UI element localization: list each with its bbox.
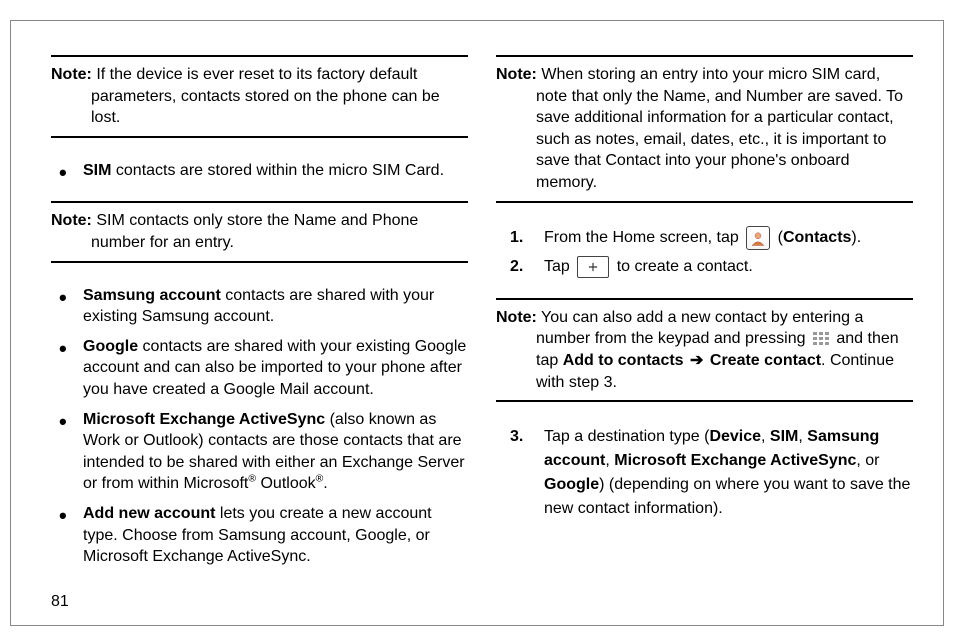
arrow-icon: ➔ bbox=[690, 352, 703, 369]
manual-page: Note: If the device is ever reset to its… bbox=[10, 20, 944, 626]
google-text: contacts are shared with your existing G… bbox=[83, 338, 466, 398]
s3-cor: , or bbox=[856, 452, 879, 469]
bullet-google: Google contacts are shared with your exi… bbox=[51, 336, 468, 401]
step2-t1: Tap bbox=[544, 258, 574, 275]
create-contact-bold: Create contact bbox=[710, 352, 821, 369]
s3-b4: Microsoft Exchange ActiveSync bbox=[614, 452, 856, 469]
step-1: 1. From the Home screen, tap (Contacts). bbox=[496, 226, 913, 250]
bullet-list-accounts: Samsung account contacts are shared with… bbox=[51, 277, 468, 576]
ms-t2: Outlook bbox=[256, 475, 316, 492]
note-label: Note: bbox=[496, 66, 537, 83]
s3-c2: , bbox=[798, 428, 807, 445]
bullet-list-sim: SIM contacts are stored within the micro… bbox=[51, 152, 468, 190]
note-add-via-keypad: Note: You can also add a new contact by … bbox=[496, 298, 913, 402]
s3-b1: Device bbox=[709, 428, 761, 445]
keypad-icon bbox=[812, 331, 830, 345]
samsung-bold: Samsung account bbox=[83, 287, 221, 304]
bullet-sim: SIM contacts are stored within the micro… bbox=[51, 160, 468, 182]
steps-list-2: 3. Tap a destination type (Device, SIM , … bbox=[496, 420, 913, 526]
step-3: 3. Tap a destination type (Device, SIM , … bbox=[496, 425, 913, 521]
note-sim-limit: Note: SIM contacts only store the Name a… bbox=[51, 201, 468, 262]
bullet-samsung: Samsung account contacts are shared with… bbox=[51, 285, 468, 328]
s3-t2: ) (depending on where you want to save t… bbox=[544, 476, 910, 517]
registered-1: ® bbox=[248, 474, 256, 485]
right-column: Note: When storing an entry into your mi… bbox=[496, 49, 913, 611]
s3-t1: Tap a destination type ( bbox=[544, 428, 709, 445]
page-number: 81 bbox=[51, 593, 69, 611]
sim-text: contacts are stored within the micro SIM… bbox=[111, 162, 444, 179]
left-column: Note: If the device is ever reset to its… bbox=[51, 49, 468, 611]
note-label: Note: bbox=[496, 309, 537, 326]
step1-t1: From the Home screen, tap bbox=[544, 229, 743, 246]
steps-list-1: 1. From the Home screen, tap (Contacts).… bbox=[496, 221, 913, 284]
step-number: 1. bbox=[510, 226, 523, 250]
ms-t3: . bbox=[323, 475, 327, 492]
note-body: If the device is ever reset to its facto… bbox=[91, 66, 440, 126]
contacts-icon bbox=[746, 226, 770, 250]
note-body: SIM contacts only store the Name and Pho… bbox=[91, 212, 418, 251]
note-label: Note: bbox=[51, 212, 92, 229]
s3-b5: Google bbox=[544, 476, 599, 493]
add-bold: Add new account bbox=[83, 505, 215, 522]
two-column-layout: Note: If the device is ever reset to its… bbox=[51, 49, 913, 611]
s3-c3: , bbox=[605, 452, 614, 469]
step-2: 2. Tap to create a contact. bbox=[496, 255, 913, 279]
google-bold: Google bbox=[83, 338, 138, 355]
sim-bold: SIM bbox=[83, 162, 111, 179]
step2-t2: to create a contact. bbox=[617, 258, 753, 275]
add-to-contacts-bold: Add to contacts bbox=[563, 352, 684, 369]
plus-icon bbox=[577, 256, 609, 278]
step-number: 3. bbox=[510, 425, 523, 449]
contacts-label: Contacts bbox=[783, 229, 851, 246]
ms-bold: Microsoft Exchange ActiveSync bbox=[83, 411, 325, 428]
step-number: 2. bbox=[510, 255, 523, 279]
note-body: When storing an entry into your micro SI… bbox=[536, 66, 903, 191]
s3-b2: SIM bbox=[770, 428, 798, 445]
bullet-ms: Microsoft Exchange ActiveSync (also know… bbox=[51, 409, 468, 495]
note-label: Note: bbox=[51, 66, 92, 83]
step1-t3: ). bbox=[851, 229, 861, 246]
note-factory-reset: Note: If the device is ever reset to its… bbox=[51, 55, 468, 138]
bullet-add-account: Add new account lets you create a new ac… bbox=[51, 503, 468, 568]
note-micro-sim-storage: Note: When storing an entry into your mi… bbox=[496, 55, 913, 203]
s3-c1: , bbox=[761, 428, 770, 445]
